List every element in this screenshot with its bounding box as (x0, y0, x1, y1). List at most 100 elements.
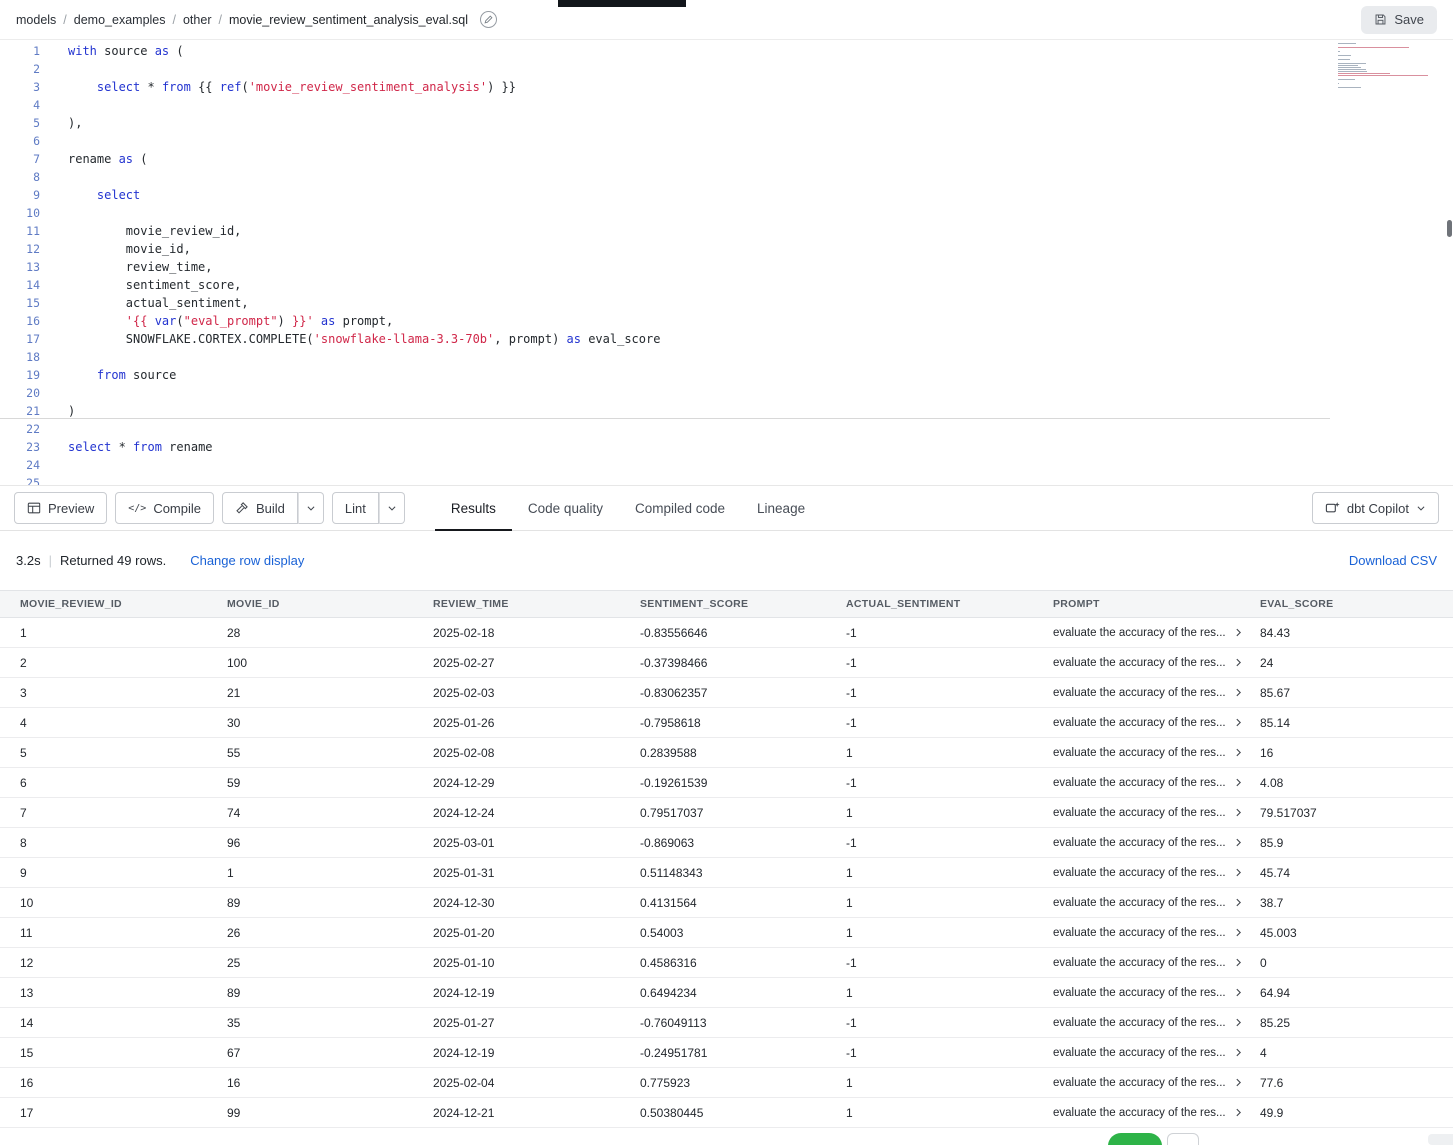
compile-button[interactable]: </> Compile (115, 492, 214, 524)
tab-code-quality[interactable]: Code quality (512, 486, 619, 530)
expand-cell-icon[interactable] (1234, 898, 1243, 907)
code-line[interactable]: 13 review_time, (0, 258, 1453, 276)
code-line[interactable]: 10 (0, 204, 1453, 222)
lint-options-button[interactable] (379, 492, 405, 524)
code-line-text (48, 384, 68, 402)
edit-file-icon[interactable] (480, 11, 497, 28)
download-csv-link[interactable]: Download CSV (1349, 553, 1437, 568)
cell-movie_review_id: 11 (20, 926, 227, 940)
minimap-line (1338, 47, 1409, 48)
expand-cell-icon[interactable] (1234, 688, 1243, 697)
dbt-cloud-ide: models / demo_examples / other / movie_r… (0, 0, 1453, 1145)
save-button-label: Save (1394, 12, 1424, 27)
partial-green-button[interactable] (1108, 1133, 1162, 1145)
cell-movie_id: 55 (227, 746, 433, 760)
code-line[interactable]: 22 (0, 420, 1453, 438)
expand-cell-icon[interactable] (1234, 868, 1243, 877)
prompt-preview-text: evaluate the accuracy of the res... (1053, 807, 1226, 819)
code-line-text (48, 132, 68, 150)
code-line[interactable]: 16 '{{ var("eval_prompt") }}' as prompt, (0, 312, 1453, 330)
build-options-button[interactable] (298, 492, 324, 524)
save-button[interactable]: Save (1361, 6, 1437, 34)
code-line[interactable]: 15 actual_sentiment, (0, 294, 1453, 312)
tab-lineage[interactable]: Lineage (741, 486, 821, 530)
cell-eval_score: 85.67 (1260, 686, 1453, 700)
code-line-text: movie_id, (48, 240, 191, 258)
cell-review_time: 2025-02-04 (433, 1076, 640, 1090)
code-line[interactable]: 17 SNOWFLAKE.CORTEX.COMPLETE('snowflake-… (0, 330, 1453, 348)
expand-cell-icon[interactable] (1234, 718, 1243, 727)
code-line-text (48, 456, 68, 474)
cell-actual_sentiment: -1 (846, 776, 1053, 790)
code-line[interactable]: 4 (0, 96, 1453, 114)
line-number: 4 (0, 96, 48, 114)
code-line[interactable]: 1with source as ( (0, 42, 1453, 60)
code-line-text: with source as ( (48, 42, 184, 60)
expand-cell-icon[interactable] (1234, 628, 1243, 637)
table-row: 10892024-12-300.41315641evaluate the acc… (0, 888, 1453, 918)
prompt-preview-text: evaluate the accuracy of the res... (1053, 777, 1226, 789)
code-line-text: ), (48, 114, 82, 132)
code-editor[interactable]: 1with source as (23 select * from {{ ref… (0, 40, 1453, 485)
code-line[interactable]: 3 select * from {{ ref('movie_review_sen… (0, 78, 1453, 96)
cell-sentiment_score: -0.19261539 (640, 776, 846, 790)
expand-cell-icon[interactable] (1234, 958, 1243, 967)
row-count-text: Returned 49 rows. (60, 553, 166, 568)
cell-movie_review_id: 14 (20, 1016, 227, 1030)
change-row-display-link[interactable]: Change row display (190, 553, 304, 568)
code-line[interactable]: 18 (0, 348, 1453, 366)
expand-cell-icon[interactable] (1234, 928, 1243, 937)
cell-movie_review_id: 8 (20, 836, 227, 850)
cell-movie_review_id: 5 (20, 746, 227, 760)
code-line-text: sentiment_score, (48, 276, 241, 294)
lint-button[interactable]: Lint (332, 492, 379, 524)
code-line[interactable]: 24 (0, 456, 1453, 474)
code-line[interactable]: 8 (0, 168, 1453, 186)
code-line[interactable]: 20 (0, 384, 1453, 402)
cell-actual_sentiment: 1 (846, 1076, 1053, 1090)
dbt-copilot-button[interactable]: dbt Copilot (1312, 492, 1439, 524)
breadcrumb-separator: / (63, 13, 66, 27)
code-line[interactable]: 11 movie_review_id, (0, 222, 1453, 240)
expand-cell-icon[interactable] (1234, 838, 1243, 847)
code-line[interactable]: 23select * from rename (0, 438, 1453, 456)
expand-cell-icon[interactable] (1234, 658, 1243, 667)
editor-scrollbar-thumb[interactable] (1447, 220, 1452, 237)
prompt-preview-text: evaluate the accuracy of the res... (1053, 867, 1226, 879)
cell-review_time: 2025-01-31 (433, 866, 640, 880)
expand-cell-icon[interactable] (1234, 808, 1243, 817)
code-line[interactable]: 6 (0, 132, 1453, 150)
breadcrumb-segment: demo_examples (74, 13, 166, 27)
build-button[interactable]: Build (222, 492, 298, 524)
expand-cell-icon[interactable] (1234, 988, 1243, 997)
line-number: 15 (0, 294, 48, 312)
expand-cell-icon[interactable] (1234, 1078, 1243, 1087)
code-line[interactable]: 25 (0, 474, 1453, 485)
code-line[interactable]: 2 (0, 60, 1453, 78)
code-line[interactable]: 19 from source (0, 366, 1453, 384)
code-line[interactable]: 12 movie_id, (0, 240, 1453, 258)
code-line[interactable]: 14 sentiment_score, (0, 276, 1453, 294)
code-line[interactable]: 5), (0, 114, 1453, 132)
code-line[interactable]: 9 select (0, 186, 1453, 204)
tab-compiled-code[interactable]: Compiled code (619, 486, 741, 530)
expand-cell-icon[interactable] (1234, 1048, 1243, 1057)
preview-button[interactable]: Preview (14, 492, 107, 524)
cell-prompt: evaluate the accuracy of the res... (1053, 957, 1260, 969)
line-number: 17 (0, 330, 48, 348)
expand-cell-icon[interactable] (1234, 1108, 1243, 1117)
line-number: 5 (0, 114, 48, 132)
editor-minimap[interactable] (1338, 43, 1430, 93)
expand-cell-icon[interactable] (1234, 778, 1243, 787)
cell-prompt: evaluate the accuracy of the res... (1053, 657, 1260, 669)
partial-button[interactable] (1167, 1133, 1199, 1145)
expand-cell-icon[interactable] (1234, 748, 1243, 757)
cell-sentiment_score: -0.7958618 (640, 716, 846, 730)
line-number: 3 (0, 78, 48, 96)
tab-results[interactable]: Results (435, 486, 512, 530)
expand-cell-icon[interactable] (1234, 1018, 1243, 1027)
table-row: 13892024-12-190.64942341evaluate the acc… (0, 978, 1453, 1008)
code-line-text (48, 474, 68, 485)
cell-prompt: evaluate the accuracy of the res... (1053, 777, 1260, 789)
code-line[interactable]: 7rename as ( (0, 150, 1453, 168)
